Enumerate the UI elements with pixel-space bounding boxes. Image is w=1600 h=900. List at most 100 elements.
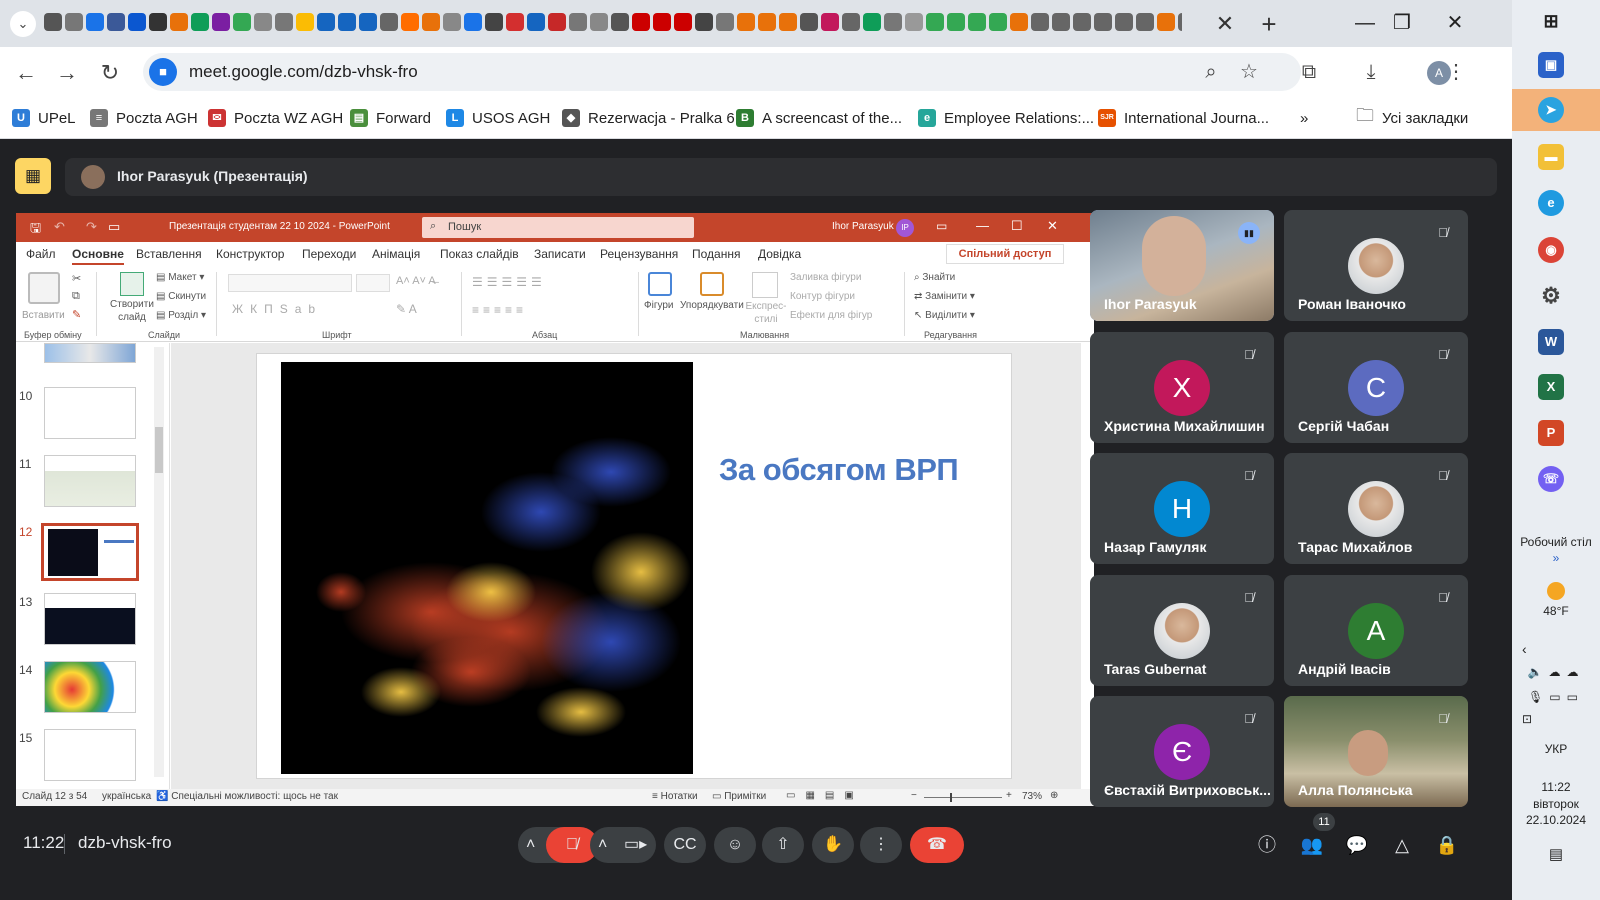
pinned-tab-favicon[interactable] bbox=[884, 13, 902, 31]
pinned-tab-favicon[interactable] bbox=[821, 13, 839, 31]
chat-icon[interactable]: 💬 bbox=[1343, 831, 1371, 859]
save-app-icon[interactable]: ▣ bbox=[1538, 52, 1564, 78]
all-bookmarks-folder[interactable]: 🗀 Усі закладки bbox=[1356, 97, 1468, 139]
tab-search-button[interactable]: ⌄ bbox=[10, 11, 36, 37]
pinned-tab-favicon[interactable] bbox=[506, 13, 524, 31]
bookmark-item[interactable]: U UPeL bbox=[12, 97, 76, 139]
pinned-tab-favicon[interactable] bbox=[1094, 13, 1112, 31]
reload-icon[interactable]: ↻ bbox=[94, 57, 126, 89]
pinned-tab-favicon[interactable] bbox=[674, 13, 692, 31]
pinned-tab-favicon[interactable] bbox=[107, 13, 125, 31]
pinned-tab-favicon[interactable] bbox=[401, 13, 419, 31]
participant-tile[interactable]: Х 🎙̸ Христина Михайлишин bbox=[1090, 331, 1274, 443]
pinned-tab-favicon[interactable] bbox=[422, 13, 440, 31]
pinned-tab-favicon[interactable] bbox=[968, 13, 986, 31]
pinned-tab-favicon[interactable] bbox=[1157, 13, 1175, 31]
desktop-label[interactable]: Робочий стіл bbox=[1512, 535, 1600, 549]
pinned-tab-favicon[interactable] bbox=[1052, 13, 1070, 31]
participant-tile[interactable]: ▮▮ Ihor Parasyuk bbox=[1090, 210, 1274, 321]
show-more-chevron-icon[interactable]: » bbox=[1512, 551, 1600, 565]
pinned-tab-favicon[interactable] bbox=[149, 13, 167, 31]
pinned-tab-favicon[interactable] bbox=[296, 13, 314, 31]
notifications-icon[interactable]: ▤ bbox=[1512, 845, 1600, 863]
pinned-tab-favicon[interactable] bbox=[1010, 13, 1028, 31]
forward-arrow-icon[interactable]: → bbox=[51, 57, 83, 89]
participant-tile[interactable]: С 🎙̸ Сергій Чабан bbox=[1284, 331, 1468, 443]
bookmark-item[interactable]: ✉ Poczta WZ AGH bbox=[208, 97, 343, 139]
captions-icon[interactable]: CC bbox=[664, 827, 706, 863]
raise-hand-icon[interactable]: ✋ bbox=[812, 827, 854, 863]
pinned-tab-favicon[interactable] bbox=[1031, 13, 1049, 31]
settings-gear-icon[interactable]: ⚙ bbox=[1538, 283, 1564, 309]
pinned-tab-favicon[interactable] bbox=[1136, 13, 1154, 31]
telegram-icon[interactable]: ➤ bbox=[1538, 97, 1564, 123]
participant-tile[interactable]: 🎙̸ Роман Іваночко bbox=[1284, 210, 1468, 321]
taskbar-time[interactable]: 11:22 bbox=[1512, 780, 1600, 794]
pinned-tab-favicon[interactable] bbox=[758, 13, 776, 31]
tray-device-icons[interactable]: 🎙▭▭ bbox=[1512, 690, 1600, 704]
bookmark-item[interactable]: ◆ Rezerwacja - Pralka 6 bbox=[562, 97, 735, 139]
pinned-tab-favicon[interactable] bbox=[737, 13, 755, 31]
word-icon[interactable]: W bbox=[1538, 329, 1564, 355]
temperature[interactable]: 48°F bbox=[1512, 604, 1600, 618]
participant-tile[interactable]: 🎙̸ Taras Gubernat bbox=[1090, 574, 1274, 686]
zoom-icon[interactable]: ⌕ bbox=[1195, 56, 1227, 88]
weather-sun-icon[interactable] bbox=[1547, 582, 1565, 600]
tray-expand-icon[interactable]: ‹ bbox=[1522, 641, 1600, 657]
present-screen-icon[interactable]: ⇧ bbox=[762, 827, 804, 863]
pinned-tab-favicon[interactable] bbox=[716, 13, 734, 31]
bookmark-item[interactable]: B A screencast of the... bbox=[736, 97, 902, 139]
more-bookmarks-chevron-icon[interactable]: » bbox=[1300, 97, 1308, 139]
pinned-tab-favicon[interactable] bbox=[44, 13, 62, 31]
edge-icon[interactable]: e bbox=[1538, 190, 1564, 216]
pinned-tab-favicon[interactable] bbox=[254, 13, 272, 31]
pinned-tab-favicon[interactable] bbox=[947, 13, 965, 31]
pinned-tab-favicon[interactable] bbox=[905, 13, 923, 31]
pinned-tab-favicon[interactable] bbox=[1115, 13, 1133, 31]
pinned-tab-favicon[interactable] bbox=[863, 13, 881, 31]
host-controls-icon[interactable]: 🔒 bbox=[1433, 831, 1461, 859]
tray-status-icons[interactable]: 🔈☁☁ bbox=[1512, 665, 1600, 679]
pinned-tab-favicon[interactable] bbox=[1178, 13, 1182, 31]
address-bar[interactable]: ■ meet.google.com/dzb-vhsk-fro ⌕ ☆ bbox=[143, 53, 1301, 91]
pinned-tab-favicon[interactable] bbox=[233, 13, 251, 31]
pinned-tab-favicon[interactable] bbox=[800, 13, 818, 31]
bookmark-item[interactable]: SJR International Journa... bbox=[1098, 97, 1269, 139]
download-icon[interactable]: ⤓ bbox=[1355, 56, 1387, 88]
close-tab-button[interactable]: ✕ bbox=[1212, 11, 1238, 37]
pinned-tab-favicon[interactable] bbox=[338, 13, 356, 31]
windows-start-icon[interactable]: ⊞ bbox=[1538, 8, 1564, 34]
new-tab-button[interactable]: + bbox=[1254, 9, 1284, 39]
input-language[interactable]: УКР bbox=[1512, 742, 1600, 756]
pinned-tab-favicon[interactable] bbox=[191, 13, 209, 31]
camera-icon[interactable]: ▭▸ bbox=[624, 827, 647, 863]
bookmark-item[interactable]: L USOS AGH bbox=[446, 97, 550, 139]
tray-mic-icon[interactable]: ⊡ bbox=[1522, 712, 1600, 726]
pinned-tab-favicon[interactable] bbox=[779, 13, 797, 31]
pinned-tab-favicon[interactable] bbox=[632, 13, 650, 31]
minimize-window-button[interactable]: — bbox=[1347, 8, 1383, 38]
more-options-icon[interactable]: ⋮ bbox=[860, 827, 902, 863]
camera-options-chevron-icon[interactable]: ˄ bbox=[598, 827, 607, 863]
pinned-tab-favicon[interactable] bbox=[170, 13, 188, 31]
pinned-tab-favicon[interactable] bbox=[86, 13, 104, 31]
excel-icon[interactable]: X bbox=[1538, 374, 1564, 400]
pinned-tab-favicon[interactable] bbox=[464, 13, 482, 31]
pinned-tab-favicon[interactable] bbox=[443, 13, 461, 31]
emoji-reactions-icon[interactable]: ☺ bbox=[714, 827, 756, 863]
pinned-tab-favicon[interactable] bbox=[527, 13, 545, 31]
chrome-icon[interactable]: ◉ bbox=[1538, 237, 1564, 263]
back-arrow-icon[interactable]: ← bbox=[10, 57, 42, 89]
pinned-tab-favicon[interactable] bbox=[65, 13, 83, 31]
meet-camera-icon[interactable]: ■ bbox=[149, 58, 177, 86]
bookmark-item[interactable]: e Employee Relations:... bbox=[918, 97, 1094, 139]
activities-icon[interactable]: △ bbox=[1388, 831, 1416, 859]
mic-options-chevron-icon[interactable]: ˄ bbox=[526, 827, 535, 863]
close-window-button[interactable]: ✕ bbox=[1437, 8, 1473, 38]
pinned-tab-favicon[interactable] bbox=[485, 13, 503, 31]
taskbar-day[interactable]: вівторок bbox=[1512, 797, 1600, 811]
menu-dots-icon[interactable]: ⋮ bbox=[1440, 56, 1472, 88]
participant-tile[interactable]: А 🎙̸ Андрій Івасів bbox=[1284, 574, 1468, 686]
restore-window-button[interactable]: ❐ bbox=[1384, 8, 1420, 38]
pinned-tab-favicon[interactable] bbox=[548, 13, 566, 31]
